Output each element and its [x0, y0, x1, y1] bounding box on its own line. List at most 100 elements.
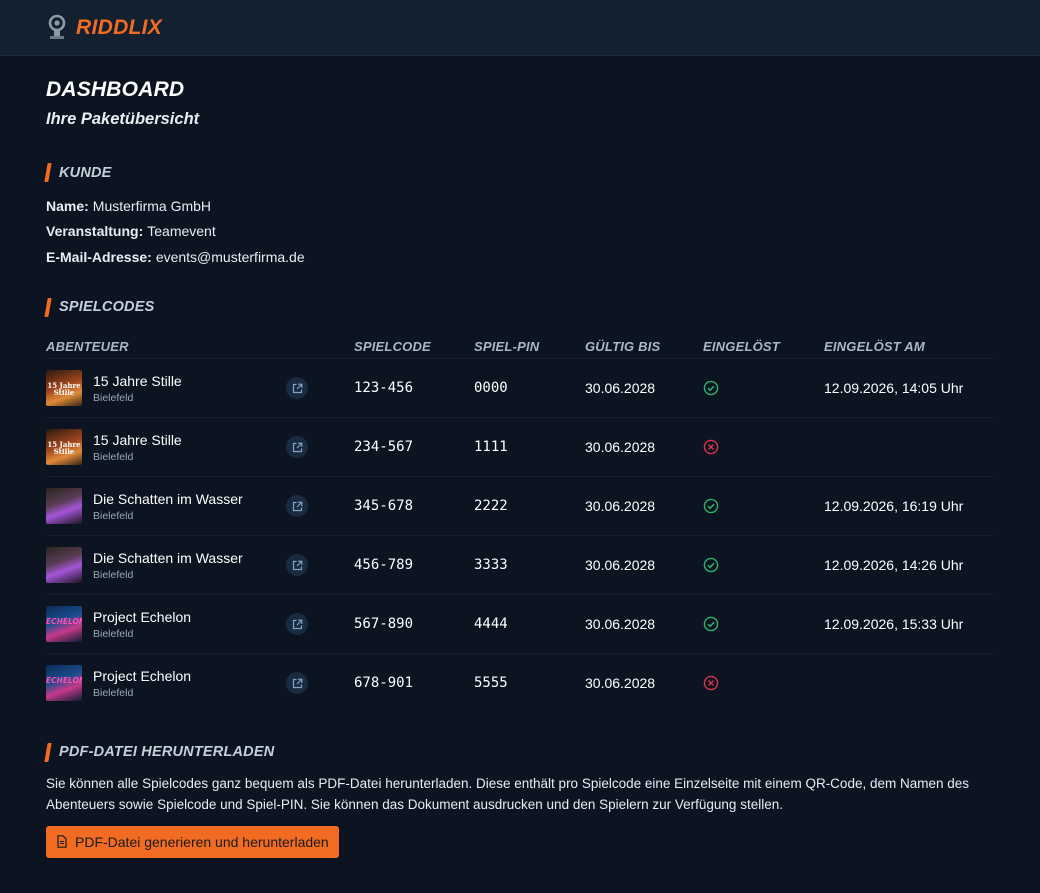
table-header-row: ABENTEUER SPIELCODE SPIEL-PIN GÜLTIG BIS…	[46, 333, 994, 359]
redeemed-status	[703, 653, 824, 713]
document-icon	[57, 835, 67, 848]
col-header-redeemed-at[interactable]: EINGELÖST AM	[824, 333, 994, 359]
adventure-cell: Die Schatten im Wasser Bielefeld	[46, 476, 286, 536]
page-subtitle: Ihre Paketübersicht	[46, 110, 200, 128]
game-pin: 1111	[474, 417, 585, 477]
table-row: ECHELON Project Echelon Bielefeld 567-890 44…	[46, 594, 994, 654]
table-row: Die Schatten im Wasser Bielefeld 345-678 22…	[46, 476, 994, 536]
game-code: 567-890	[354, 594, 474, 654]
open-adventure-button[interactable]	[286, 377, 308, 399]
codes-table: ABENTEUER SPIELCODE SPIEL-PIN GÜLTIG BIS…	[46, 333, 994, 713]
customer-info: Name: Musterfirma GmbH Veranstaltung: Te…	[46, 193, 994, 270]
customer-name-value: Musterfirma GmbH	[92, 197, 212, 214]
pdf-heading-text: PDF-DATEI HERUNTERLADEN	[59, 744, 275, 760]
redeemed-at: 12.09.2026, 14:26 Uhr	[824, 535, 994, 595]
adventure-text: Project Echelon Bielefeld	[93, 668, 191, 699]
open-adventure-button[interactable]	[286, 613, 308, 635]
external-link-icon	[292, 619, 303, 630]
col-header-code[interactable]: SPIELCODE	[354, 333, 474, 359]
adventure-location: Bielefeld	[93, 627, 134, 640]
adventure-thumbnail: ECHELON	[46, 606, 82, 642]
col-header-valid[interactable]: GÜLTIG BIS	[585, 333, 703, 359]
adventure-text: Die Schatten im Wasser Bielefeld	[93, 550, 243, 581]
codes-section: SPIELCODES ABENTEUER SPIELCODE SPIEL-PIN…	[44, 297, 994, 713]
game-code: 345-678	[354, 476, 474, 536]
logo-icon	[48, 14, 66, 39]
thumbnail-caption: 15 Jahre Stille	[47, 440, 81, 456]
game-pin: 0000	[474, 358, 585, 418]
col-header-link	[286, 333, 354, 359]
customer-event-value: Teamevent	[147, 223, 216, 240]
adventure-text: 15 Jahre Stille Bielefeld	[93, 432, 182, 463]
brand-name: RIDDLIX	[76, 15, 163, 39]
adventure-location: Bielefeld	[93, 450, 134, 463]
table-row: Die Schatten im Wasser Bielefeld 456-789 33…	[46, 535, 994, 595]
external-link-icon	[292, 383, 303, 394]
valid-until: 30.06.2028	[585, 535, 703, 595]
redeemed-at: 12.09.2026, 16:19 Uhr	[824, 476, 994, 536]
section-accent-bar	[44, 297, 52, 317]
col-header-redeemed[interactable]: EINGELÖST	[703, 333, 824, 359]
adventure-location: Bielefeld	[93, 686, 134, 699]
game-code: 456-789	[354, 535, 474, 595]
open-adventure-button[interactable]	[286, 495, 308, 517]
table-row: ECHELON Project Echelon Bielefeld 678-901 55…	[46, 653, 994, 713]
game-pin: 3333	[474, 535, 585, 595]
pdf-section: PDF-DATEI HERUNTERLADEN Sie können alle …	[44, 742, 994, 858]
customer-heading-text: KUNDE	[59, 164, 112, 181]
valid-until: 30.06.2028	[585, 417, 703, 477]
page-title: DASHBOARD	[46, 78, 185, 101]
adventure-thumbnail: ECHELON	[46, 665, 82, 702]
generate-pdf-button[interactable]: PDF-Datei generieren und herunterladen	[46, 825, 339, 858]
customer-email-row: E-Mail-Adresse: events@musterfirma.de	[46, 244, 994, 270]
link-cell	[286, 653, 354, 713]
game-pin: 2222	[474, 476, 585, 536]
adventure-cell: 15 Jahre Stille 15 Jahre Stille Bielefeld	[46, 358, 286, 418]
adventure-info: 15 Jahre Stille 15 Jahre Stille Bielefeld	[46, 429, 286, 465]
adventure-title: Die Schatten im Wasser	[93, 549, 243, 566]
x-circle-icon	[703, 675, 824, 691]
external-link-icon	[292, 442, 303, 453]
link-cell	[286, 535, 354, 595]
adventure-cell: ECHELON Project Echelon Bielefeld	[46, 653, 286, 713]
generate-pdf-label: PDF-Datei generieren und herunterladen	[75, 833, 329, 850]
open-adventure-button[interactable]	[286, 554, 308, 576]
link-cell	[286, 476, 354, 536]
game-code: 678-901	[354, 653, 474, 713]
redeemed-status	[703, 358, 824, 418]
redeemed-status	[703, 535, 824, 595]
open-adventure-button[interactable]	[286, 436, 308, 458]
adventure-title: Die Schatten im Wasser	[93, 490, 243, 507]
pdf-heading: PDF-DATEI HERUNTERLADEN	[44, 742, 994, 762]
thumbnail-caption: ECHELON	[46, 617, 82, 626]
thumbnail-caption: 15 Jahre Stille	[47, 381, 81, 397]
customer-heading: KUNDE	[44, 163, 994, 182]
adventure-info: Die Schatten im Wasser Bielefeld	[46, 547, 286, 583]
adventure-title: Project Echelon	[93, 608, 192, 625]
pdf-description: Sie können alle Spielcodes ganz bequem a…	[46, 775, 970, 812]
customer-name-row: Name: Musterfirma GmbH	[46, 193, 994, 219]
adventure-text: Project Echelon Bielefeld	[93, 609, 191, 640]
thumbnail-caption: ECHELON	[46, 676, 82, 686]
check-circle-icon	[703, 380, 824, 396]
adventure-location: Bielefeld	[93, 391, 134, 404]
adventure-info: ECHELON Project Echelon Bielefeld	[46, 606, 286, 642]
valid-until: 30.06.2028	[585, 594, 703, 654]
adventure-cell: Die Schatten im Wasser Bielefeld	[46, 535, 286, 595]
check-circle-icon	[703, 498, 824, 514]
customer-section: KUNDE Name: Musterfirma GmbH Veranstaltu…	[44, 163, 994, 270]
section-accent-bar	[44, 163, 52, 182]
game-code: 123-456	[354, 358, 474, 418]
col-header-adventure[interactable]: ABENTEUER	[46, 333, 286, 359]
external-link-icon	[292, 678, 303, 689]
main-content: DASHBOARD Ihre Paketübersicht KUNDE Name…	[0, 56, 1040, 858]
brand-logo[interactable]: RIDDLIX	[46, 14, 162, 42]
col-header-pin[interactable]: SPIEL-PIN	[474, 333, 585, 359]
open-adventure-button[interactable]	[286, 672, 308, 695]
check-circle-icon	[703, 557, 824, 573]
adventure-info: Die Schatten im Wasser Bielefeld	[46, 488, 286, 524]
adventure-location: Bielefeld	[93, 509, 134, 522]
redeemed-at	[824, 417, 994, 477]
adventure-info: ECHELON Project Echelon Bielefeld	[46, 665, 286, 702]
adventure-info: 15 Jahre Stille 15 Jahre Stille Bielefeld	[46, 370, 286, 406]
